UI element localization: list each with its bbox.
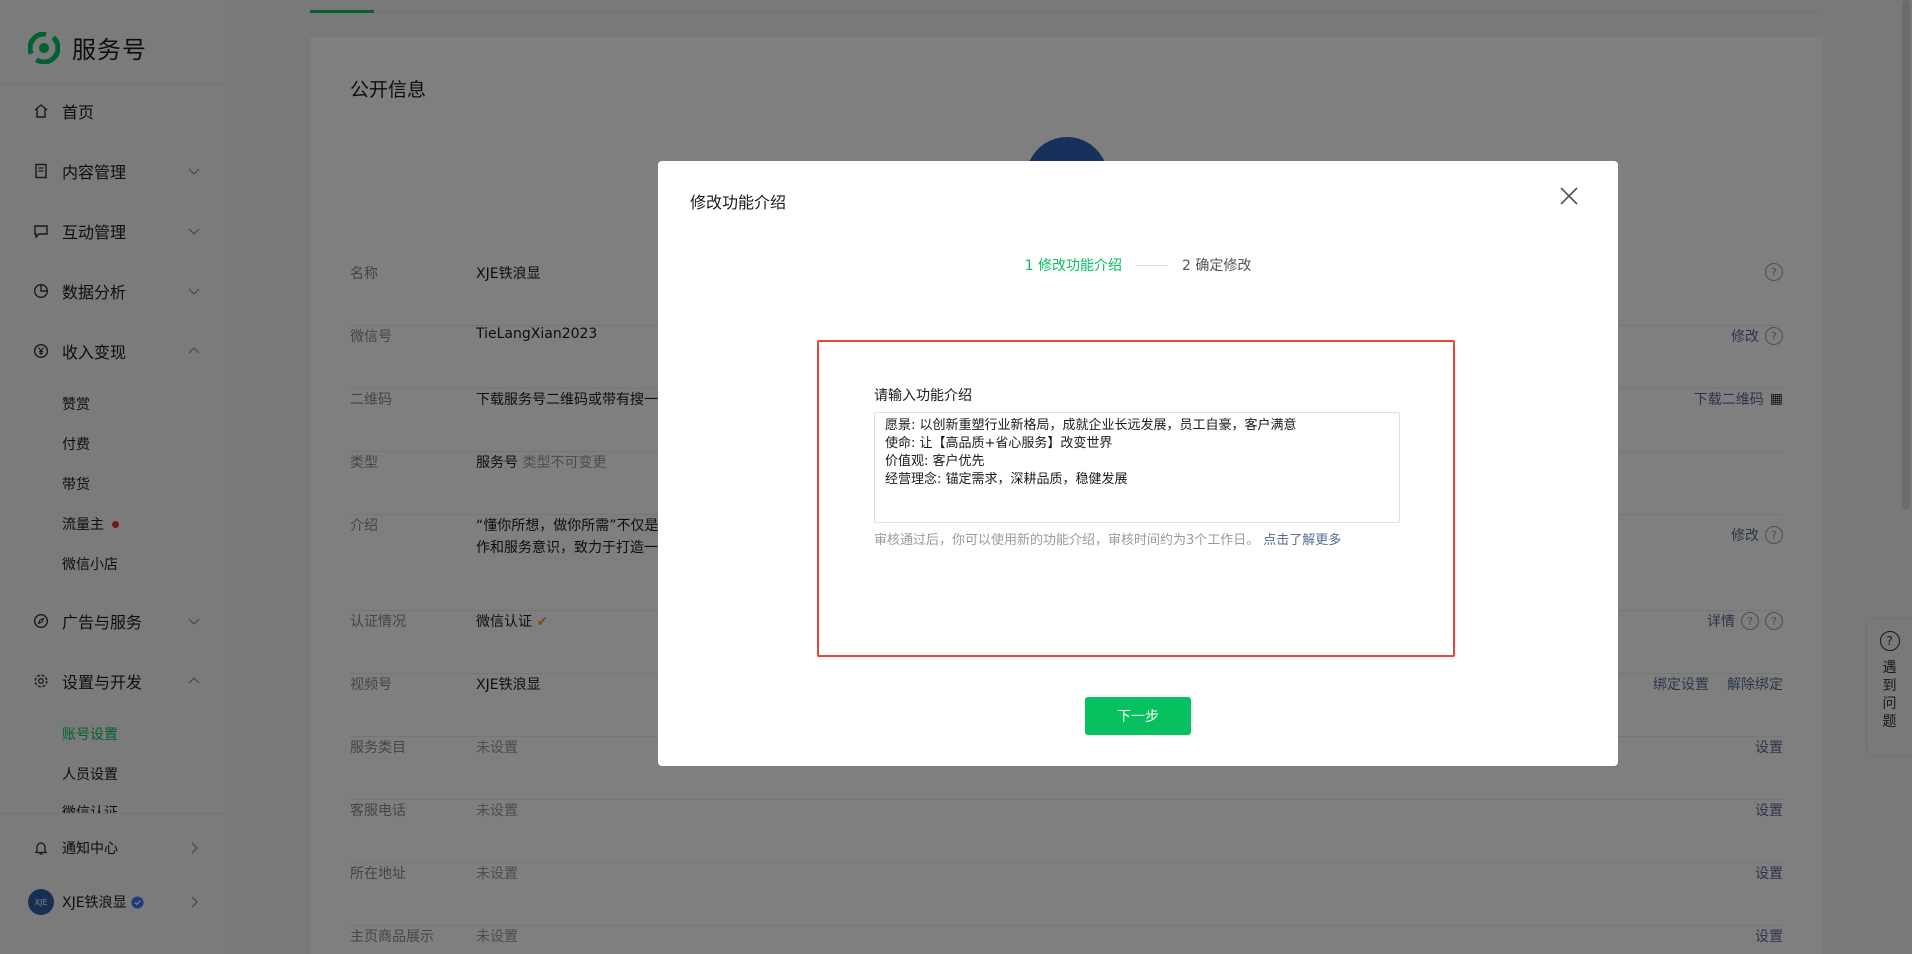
step-connector: [1136, 264, 1168, 266]
close-icon[interactable]: [1558, 185, 1580, 207]
step-2: 2 确定修改: [1182, 258, 1252, 274]
step-1: 1 修改功能介绍: [1024, 258, 1122, 274]
next-button[interactable]: 下一步: [1085, 697, 1191, 735]
stepper: 1 修改功能介绍 2 确定修改: [658, 255, 1618, 275]
dialog-title: 修改功能介绍: [690, 193, 787, 212]
hint-text: 审核通过后，你可以使用新的功能介绍，审核时间约为3个工作日。 点击了解更多: [874, 533, 1342, 548]
edit-intro-dialog: 修改功能介绍 1 修改功能介绍 2 确定修改 请输入功能介绍 愿景: 以创新重塑…: [658, 161, 1618, 766]
field-label: 请输入功能介绍: [874, 388, 972, 404]
learn-more-link[interactable]: 点击了解更多: [1263, 533, 1341, 548]
intro-textarea[interactable]: 愿景: 以创新重塑行业新格局，成就企业长远发展，员工自豪，客户满意 使命: 让【…: [874, 412, 1400, 523]
